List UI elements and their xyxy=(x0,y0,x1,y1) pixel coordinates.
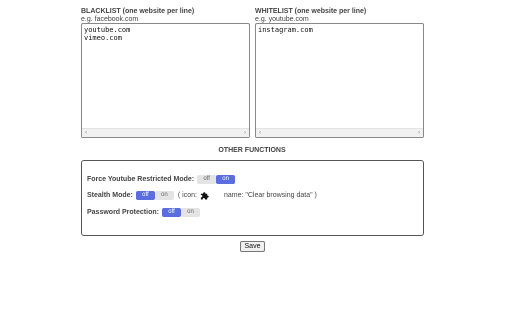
blacklist-title: BLACKLIST (one website per line) xyxy=(81,8,195,15)
whitelist-value: instagram.com xyxy=(258,26,313,34)
stealth-mode-row: Stealth Mode: off on ( icon: name: "Clea… xyxy=(87,190,317,200)
password-protection-row: Password Protection: off on xyxy=(87,207,200,217)
blacklist-textarea[interactable]: youtube.com vimeo.com ‹ › xyxy=(81,23,250,138)
blacklist-label: BLACKLIST (one website per line) e.g. fa… xyxy=(81,8,194,24)
restricted-mode-row: Force Youtube Restricted Mode: off on xyxy=(87,174,236,184)
restricted-mode-off-option[interactable]: off xyxy=(197,174,217,184)
restricted-mode-label: Force Youtube Restricted Mode: xyxy=(87,175,195,183)
stealth-mode-on-option[interactable]: on xyxy=(154,190,174,200)
scroll-right-arrow-icon[interactable]: › xyxy=(244,129,246,137)
whitelist-label: WHITELIST (one website per line) e.g. yo… xyxy=(255,8,366,24)
password-protection-label: Password Protection: xyxy=(87,208,159,216)
other-functions-title: OTHER FUNCTIONS xyxy=(218,147,286,154)
stealth-mode-label: Stealth Mode: xyxy=(87,191,133,199)
scroll-left-arrow-icon[interactable]: ‹ xyxy=(259,129,261,137)
whitelist-textarea[interactable]: instagram.com ‹ › xyxy=(255,23,424,138)
save-button[interactable]: Save xyxy=(240,241,265,252)
whitelist-title: WHITELIST (one website per line) xyxy=(255,8,367,15)
password-protection-on-option[interactable]: on xyxy=(180,207,200,217)
scroll-right-arrow-icon[interactable]: › xyxy=(418,129,420,137)
password-protection-off-option[interactable]: off xyxy=(161,207,181,217)
puzzle-piece-icon xyxy=(200,191,209,200)
restricted-mode-on-option[interactable]: on xyxy=(216,174,236,184)
blacklist-horizontal-scrollbar[interactable]: ‹ › xyxy=(82,128,249,137)
restricted-mode-toggle[interactable]: off on xyxy=(197,174,236,184)
stealth-mode-off-option[interactable]: off xyxy=(135,190,155,200)
scroll-left-arrow-icon[interactable]: ‹ xyxy=(85,129,87,137)
password-protection-toggle[interactable]: off on xyxy=(161,207,200,217)
stealth-mode-toggle[interactable]: off on xyxy=(135,190,174,200)
stealth-name-text: name: "Clear browsing data" ) xyxy=(223,191,317,199)
stealth-mode-hint: ( icon: name: "Clear browsing data" ) xyxy=(174,191,317,200)
whitelist-horizontal-scrollbar[interactable]: ‹ › xyxy=(256,128,423,137)
blacklist-value: youtube.com vimeo.com xyxy=(84,26,131,42)
stealth-icon-prefix: ( icon: xyxy=(177,191,197,199)
